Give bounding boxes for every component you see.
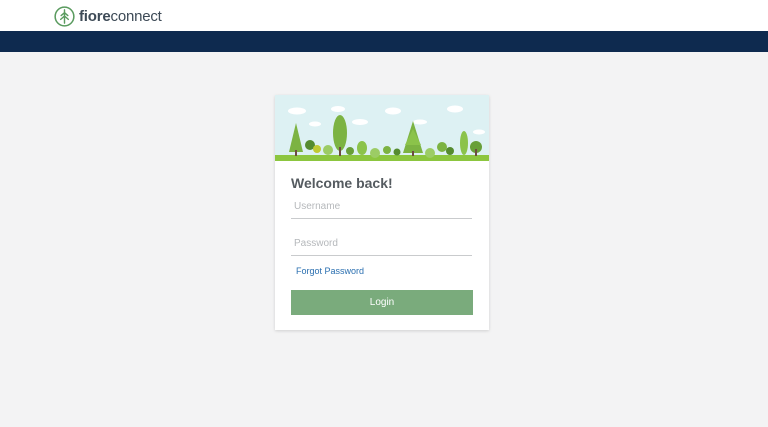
tree-leaf-icon — [54, 5, 75, 27]
username-input[interactable] — [291, 195, 472, 219]
password-input[interactable] — [291, 232, 472, 256]
login-card: Welcome back! Forgot Password Login — [275, 95, 489, 330]
brand-name-light: connect — [110, 7, 162, 25]
nav-bar — [0, 31, 768, 52]
login-button[interactable]: Login — [291, 290, 473, 315]
top-header: fioreconnect — [0, 0, 768, 31]
brand-name: fioreconnect — [79, 8, 162, 25]
welcome-heading: Welcome back! — [291, 175, 393, 191]
brand-name-bold: fiore — [79, 7, 111, 25]
forgot-password-link[interactable]: Forgot Password — [296, 266, 364, 276]
forest-illustration — [275, 95, 489, 161]
forest-illustration-graphic — [275, 105, 489, 161]
brand-logo[interactable]: fioreconnect — [54, 5, 162, 27]
